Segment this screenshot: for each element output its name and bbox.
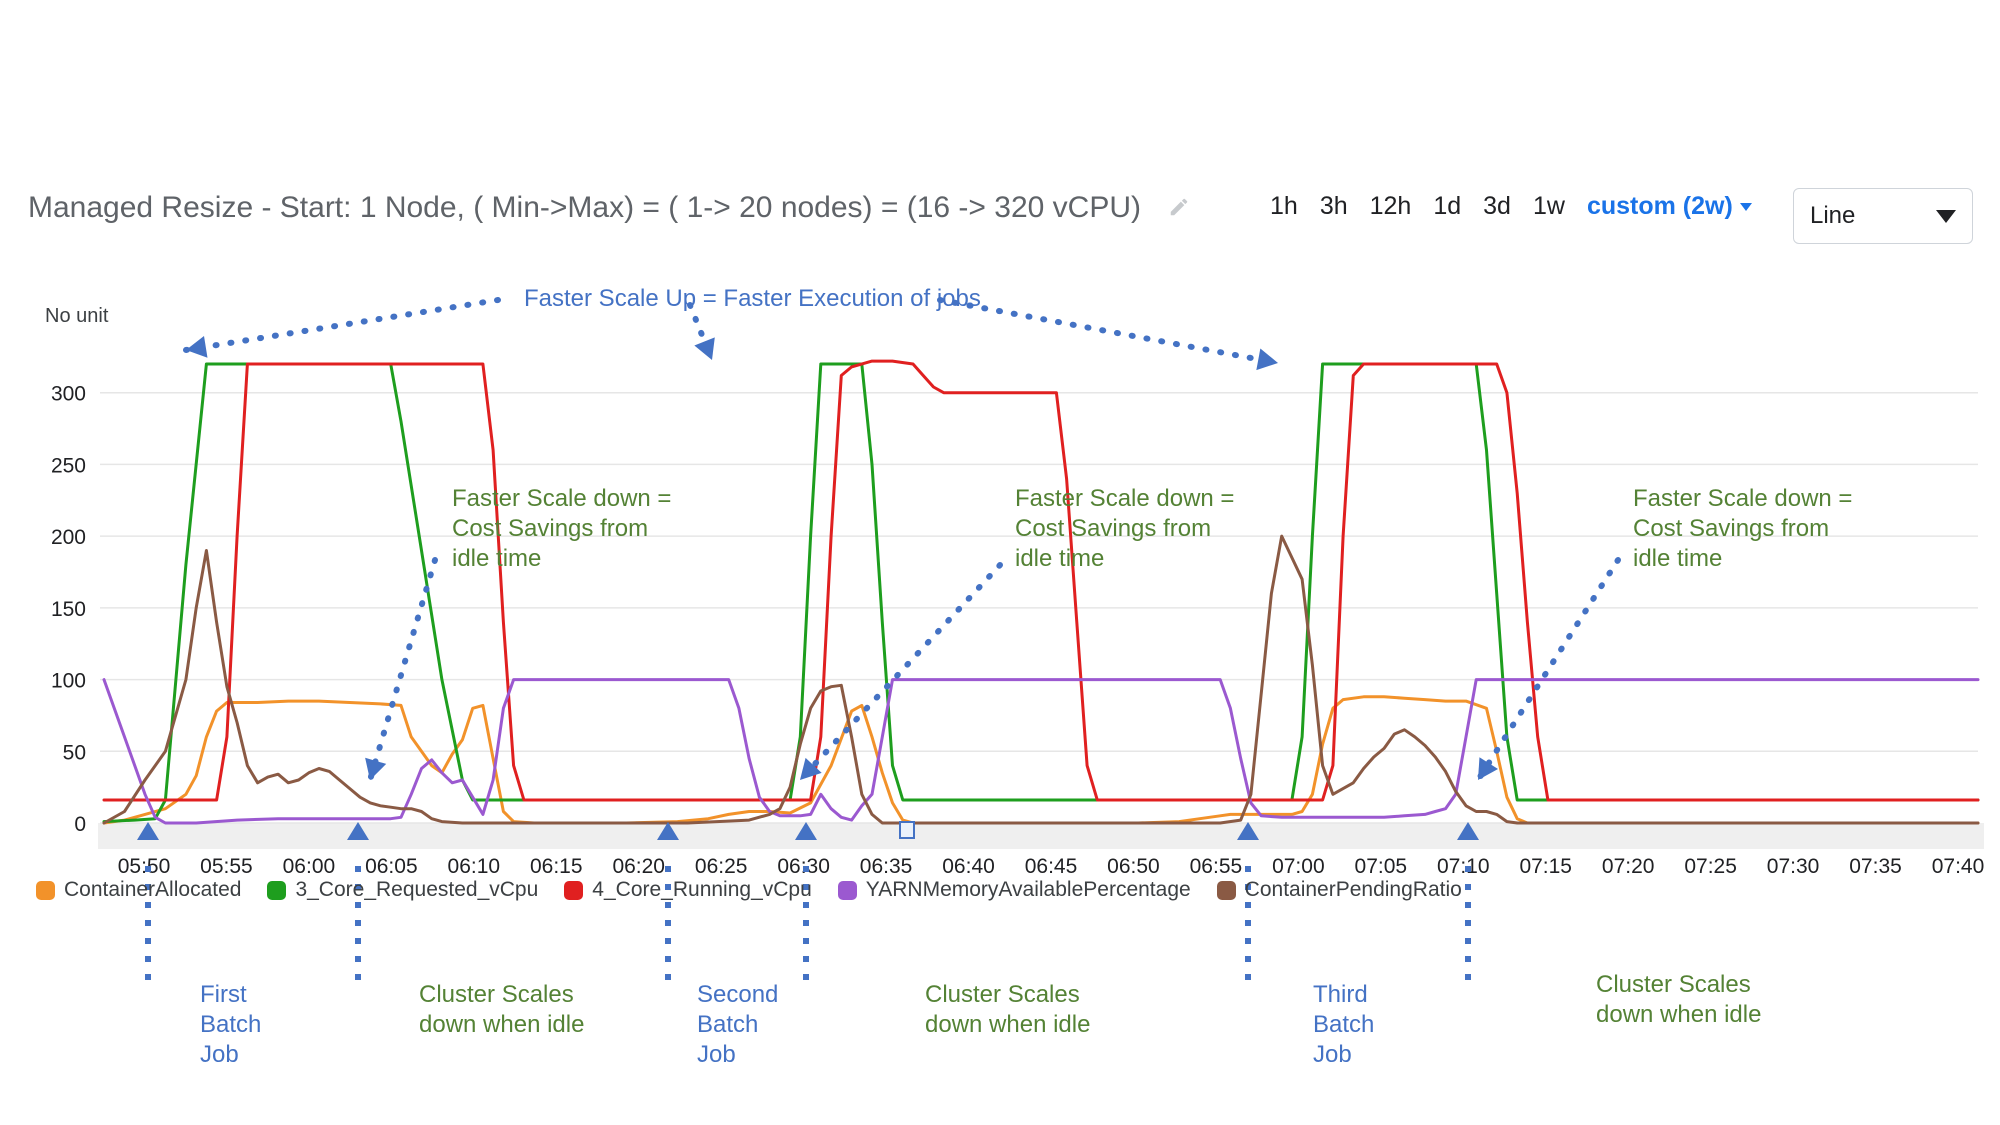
x-axis-tick: 06:50	[1107, 855, 1160, 878]
x-axis-tick: 07:20	[1602, 855, 1655, 878]
y-axis-tick: 150	[51, 598, 86, 621]
series-line	[102, 362, 1980, 824]
x-axis-tick: 07:00	[1272, 855, 1325, 878]
x-axis-tick: 06:00	[283, 855, 336, 878]
legend-item-4-core-running-vcpu[interactable]: 4_Core_Running_vCpu	[564, 878, 812, 902]
x-axis-tick: 07:10	[1437, 855, 1490, 878]
annotation-first-batch-job: First Batch Job	[200, 981, 262, 1068]
x-axis-tick: 07:05	[1355, 855, 1408, 878]
annotation-third-batch-job: Third Batch Job	[1313, 981, 1375, 1068]
x-axis-tick: 07:30	[1767, 855, 1820, 878]
x-axis-tick: 07:40	[1932, 855, 1985, 878]
legend-swatch	[564, 880, 584, 900]
x-axis-tick: 06:40	[942, 855, 995, 878]
x-axis-tick: 05:50	[118, 855, 171, 878]
legend-item-containerpendingratio[interactable]: ContainerPendingRatio	[1216, 878, 1462, 902]
arrow-scale-up-left-head	[186, 335, 208, 358]
chart-legend: ContainerAllocated 3_Core_Requested_vCpu…	[36, 878, 1462, 902]
x-axis-tick: 06:05	[365, 855, 418, 878]
y-axis-tick: 250	[51, 454, 86, 477]
x-axis-tick: 06:20	[612, 855, 665, 878]
x-axis-tick: 06:55	[1190, 855, 1243, 878]
annotation-scale-down-1: Faster Scale down = Cost Savings from id…	[452, 485, 672, 572]
arrow-scale-up-mid-head	[694, 337, 715, 360]
axis-marker-icon[interactable]	[899, 821, 915, 839]
series-line	[102, 695, 1980, 825]
x-axis-tick: 07:15	[1519, 855, 1572, 878]
arrow-scale-up-right	[937, 297, 1281, 366]
legend-swatch	[36, 880, 55, 900]
x-axis-tick: 06:35	[860, 855, 913, 878]
arrow-scale-down-3	[1475, 557, 1621, 783]
legend-item-3-core-requested-vcpu[interactable]: 3_Core_Requested_vCpu	[267, 878, 538, 902]
annotation-faster-scale-up: Faster Scale Up = Faster Execution of jo…	[524, 285, 981, 312]
legend-item-yarnmemoryavailablepercentage[interactable]: YARNMemoryAvailablePercentage	[837, 878, 1191, 902]
legend-label: ContainerAllocated	[64, 878, 242, 901]
annotation-second-batch-job: Second Batch Job	[697, 981, 779, 1068]
y-axis-tick: 0	[74, 813, 86, 836]
arrow-scale-down-2	[797, 562, 1003, 783]
arrow-scale-up-left	[183, 297, 501, 353]
legend-label: 3_Core_Requested_vCpu	[295, 878, 539, 901]
legend-label: YARNMemoryAvailablePercentage	[865, 878, 1191, 901]
x-axis-tick: 07:25	[1684, 855, 1737, 878]
annotation-cluster-idle-1: Cluster Scales down when idle	[419, 981, 585, 1038]
y-axis-tick: 200	[51, 526, 86, 549]
annotation-scale-down-3: Faster Scale down = Cost Savings from id…	[1633, 485, 1853, 572]
legend-swatch	[267, 880, 287, 900]
y-axis-tick: 300	[51, 383, 86, 406]
x-axis-tick: 05:55	[200, 855, 253, 878]
x-axis-tick: 07:35	[1849, 855, 1902, 878]
annotation-cluster-idle-2: Cluster Scales down when idle	[925, 981, 1091, 1038]
legend-label: 4_Core_Running_vCpu	[592, 878, 812, 901]
legend-item-containerallocated[interactable]: ContainerAllocated	[36, 878, 241, 902]
x-axis-tick: 06:25	[695, 855, 748, 878]
annotation-cluster-idle-3: Cluster Scales down when idle	[1596, 971, 1762, 1028]
legend-label: ContainerPendingRatio	[1244, 878, 1462, 901]
y-axis-tick: 100	[51, 670, 86, 693]
annotation-scale-down-2: Faster Scale down = Cost Savings from id…	[1015, 485, 1235, 572]
y-axis-tick: 50	[63, 741, 86, 764]
arrow-scale-up-right-head	[1256, 348, 1278, 371]
x-axis-tick: 06:15	[530, 855, 583, 878]
arrow-scale-down-1	[367, 557, 438, 783]
legend-swatch	[1216, 880, 1236, 900]
x-axis-tick: 06:45	[1025, 855, 1078, 878]
x-axis-tick: 06:10	[448, 855, 501, 878]
legend-swatch	[837, 880, 857, 900]
